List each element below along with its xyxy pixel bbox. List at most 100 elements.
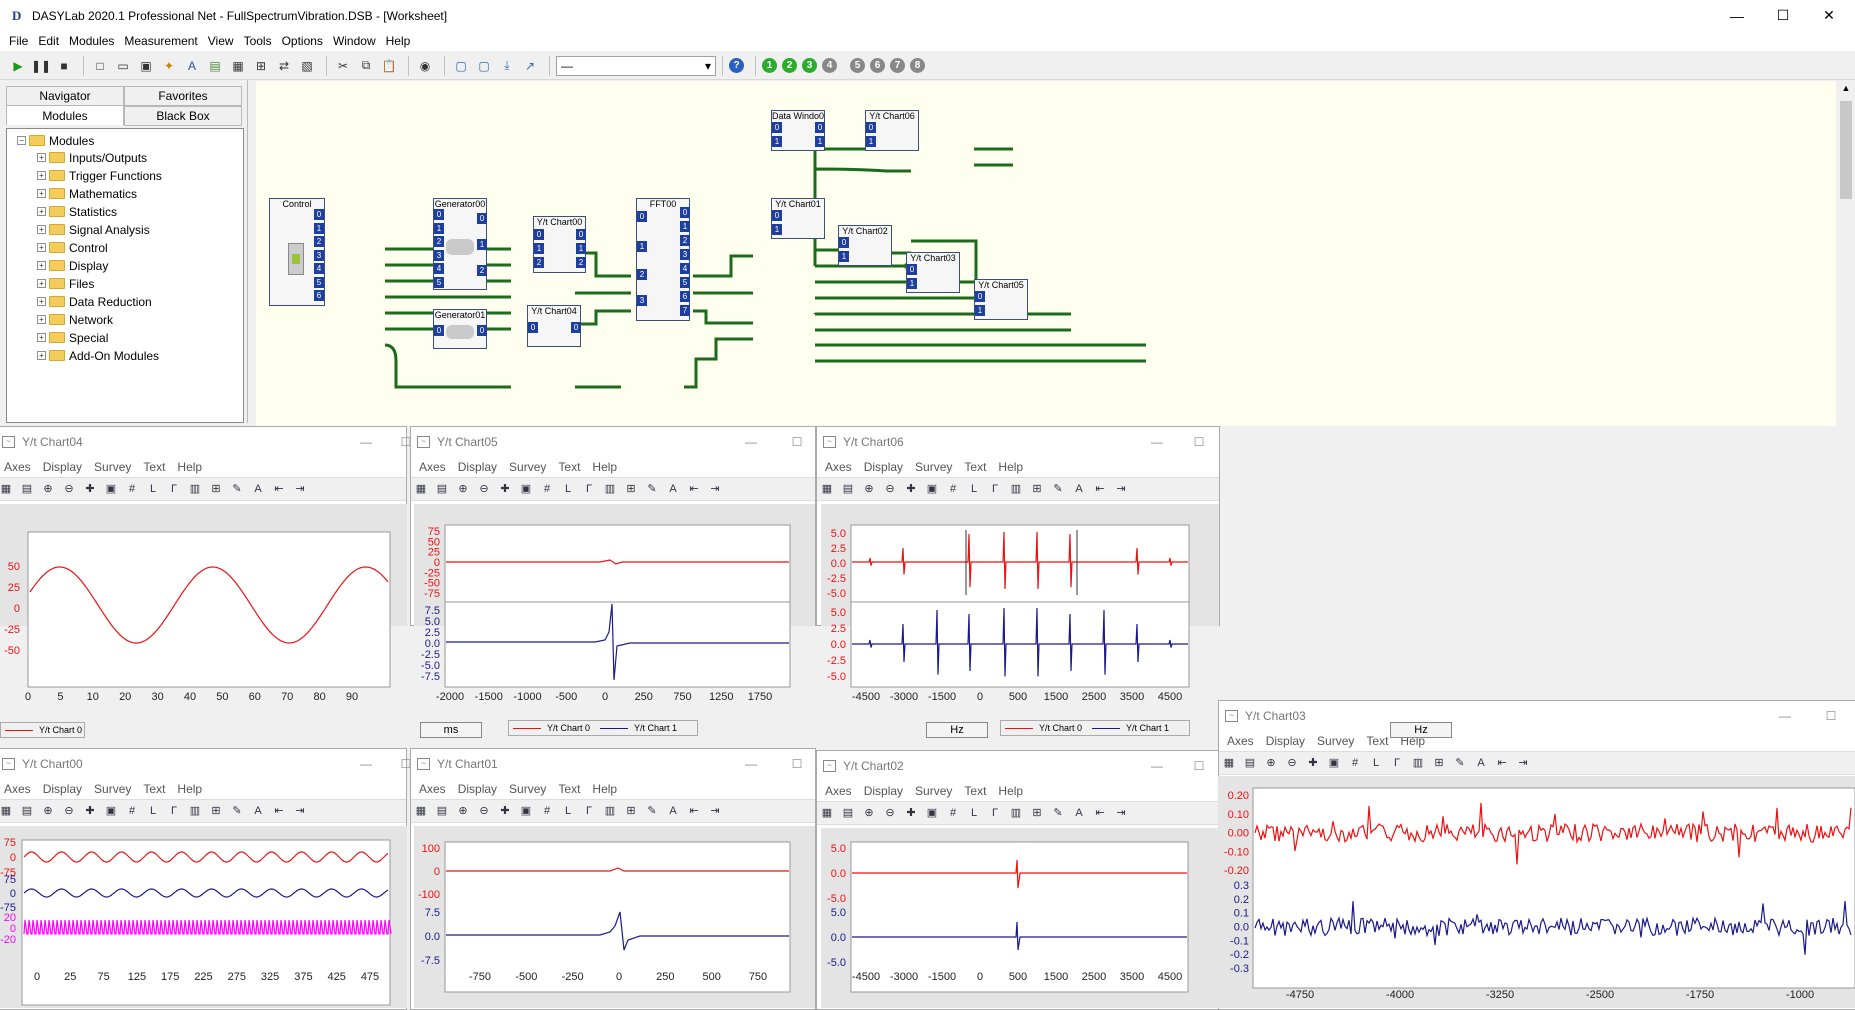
module-yt-chart01[interactable]: Y/t Chart01 01 xyxy=(771,198,825,239)
tree-item[interactable]: + Statistics xyxy=(37,203,117,220)
experiment-4-button[interactable]: 4 xyxy=(822,58,837,73)
expand-icon[interactable]: + xyxy=(37,189,46,198)
maximize-button[interactable]: ☐ xyxy=(1760,0,1806,31)
minimize-button[interactable]: — xyxy=(1714,0,1760,31)
chart-menu-axes[interactable]: Axes xyxy=(819,460,858,474)
grid-icon[interactable]: # xyxy=(124,481,140,497)
chart-menu-text[interactable]: Text xyxy=(137,460,171,474)
maximize-button[interactable]: ☐ xyxy=(1179,427,1219,457)
module-wizard-icon[interactable]: ✦ xyxy=(159,56,179,76)
font-icon[interactable]: A xyxy=(665,481,681,497)
save-icon[interactable]: ▣ xyxy=(924,805,940,821)
stop-icon[interactable]: ■ xyxy=(54,56,74,76)
view-combo[interactable]: — ▾ xyxy=(556,55,716,76)
expand-icon[interactable]: + xyxy=(37,225,46,234)
collapse-icon[interactable]: − xyxy=(17,136,26,145)
expand-icon[interactable]: + xyxy=(37,171,46,180)
zoom-in-icon[interactable]: ⊕ xyxy=(455,803,471,819)
axis-icon[interactable]: Γ xyxy=(987,481,1003,497)
channels-icon[interactable]: ⊞ xyxy=(1431,755,1447,771)
chart-menu-display[interactable]: Display xyxy=(858,460,909,474)
chart-menu-survey[interactable]: Survey xyxy=(1311,734,1360,748)
module-control[interactable]: Control 01 23 45 6 xyxy=(269,198,325,306)
layout-icon[interactable]: ▤ xyxy=(205,56,225,76)
chart-tool-icon[interactable]: ▦ xyxy=(1221,755,1237,771)
tree-item[interactable]: + Signal Analysis xyxy=(37,221,150,238)
color-icon[interactable]: ✎ xyxy=(229,803,245,819)
chart-tool-icon[interactable]: ▤ xyxy=(840,805,856,821)
chart-tool-icon[interactable]: ▦ xyxy=(819,481,835,497)
connect-icon[interactable]: ⇄ xyxy=(274,56,294,76)
menu-window[interactable]: Window xyxy=(328,34,381,48)
font-icon[interactable]: A xyxy=(250,481,266,497)
channels-icon[interactable]: ⊞ xyxy=(623,803,639,819)
color-icon[interactable]: ✎ xyxy=(1050,481,1066,497)
channels-icon[interactable]: ⊞ xyxy=(208,481,224,497)
lx-icon[interactable]: L xyxy=(145,803,161,819)
expand-icon[interactable]: + xyxy=(37,351,46,360)
zoom-in-icon[interactable]: ⊕ xyxy=(861,805,877,821)
color-icon[interactable]: ✎ xyxy=(1452,755,1468,771)
module-generator01[interactable]: Generator01 0 0 xyxy=(433,309,487,349)
experiment-3-button[interactable]: 3 xyxy=(802,58,817,73)
settings-icon[interactable]: ▦ xyxy=(228,56,248,76)
grid-icon[interactable]: # xyxy=(124,803,140,819)
maximize-button[interactable]: ☐ xyxy=(777,427,817,457)
axis-icon[interactable]: Γ xyxy=(166,803,182,819)
lx-icon[interactable]: L xyxy=(560,803,576,819)
minimize-button[interactable]: — xyxy=(1765,701,1805,731)
chart-menu-survey[interactable]: Survey xyxy=(503,782,552,796)
chart-menu-axes[interactable]: Axes xyxy=(413,460,452,474)
chart-tool-icon[interactable]: ▤ xyxy=(19,803,35,819)
menu-options[interactable]: Options xyxy=(277,34,328,48)
experiment-7-button[interactable]: 7 xyxy=(890,58,905,73)
print-icon[interactable]: ▥ xyxy=(1008,805,1024,821)
chart-menu-axes[interactable]: Axes xyxy=(0,782,37,796)
chart-menu-text[interactable]: Text xyxy=(137,782,171,796)
channels-icon[interactable]: ⊞ xyxy=(1029,805,1045,821)
channels-icon[interactable]: ⊞ xyxy=(208,803,224,819)
prev-icon[interactable]: ⇤ xyxy=(1494,755,1510,771)
tree-item[interactable]: + Display xyxy=(37,257,108,274)
report-icon[interactable]: ▧ xyxy=(297,56,317,76)
zoom-out-icon[interactable]: ⊖ xyxy=(882,481,898,497)
grid-icon[interactable]: ⊞ xyxy=(251,56,271,76)
lx-icon[interactable]: L xyxy=(966,481,982,497)
chart-menu-help[interactable]: Help xyxy=(586,782,623,796)
cursor-icon[interactable]: ✚ xyxy=(903,481,919,497)
font-icon[interactable]: A xyxy=(1071,805,1087,821)
expand-icon[interactable]: + xyxy=(37,207,46,216)
pause-icon[interactable]: ❚❚ xyxy=(31,56,51,76)
axis-icon[interactable]: Γ xyxy=(1389,755,1405,771)
zoom-in-icon[interactable]: ⊕ xyxy=(40,803,56,819)
module-yt-chart02[interactable]: Y/t Chart02 01 xyxy=(838,225,892,266)
module-fft00[interactable]: FFT00 01 23 01 23 45 67 xyxy=(636,198,690,321)
chart-tool-icon[interactable]: ▤ xyxy=(1242,755,1258,771)
menu-tools[interactable]: Tools xyxy=(239,34,277,48)
chart-menu-help[interactable]: Help xyxy=(992,460,1029,474)
chart-tool-icon[interactable]: ▦ xyxy=(0,803,14,819)
channels-icon[interactable]: ⊞ xyxy=(1029,481,1045,497)
next-icon[interactable]: ⇥ xyxy=(1515,755,1531,771)
worksheet-scrollbar[interactable]: ▲ xyxy=(1837,81,1855,426)
expand-icon[interactable]: + xyxy=(37,153,46,162)
chart-menu-survey[interactable]: Survey xyxy=(88,460,137,474)
grid-icon[interactable]: # xyxy=(539,803,555,819)
chart-menu-axes[interactable]: Axes xyxy=(819,784,858,798)
font-icon[interactable]: A xyxy=(250,803,266,819)
color-icon[interactable]: ✎ xyxy=(229,481,245,497)
module-generator00[interactable]: Generator00 01 23 45 012 xyxy=(433,198,487,290)
prev-icon[interactable]: ⇤ xyxy=(271,803,287,819)
next-icon[interactable]: ⇥ xyxy=(707,481,723,497)
cursor-icon[interactable]: ✚ xyxy=(903,805,919,821)
chart-menu-text[interactable]: Text xyxy=(958,460,992,474)
maximize-button[interactable]: ☐ xyxy=(1179,751,1219,781)
axis-icon[interactable]: Γ xyxy=(166,481,182,497)
print-icon[interactable]: ▥ xyxy=(187,481,203,497)
tree-item[interactable]: + Inputs/Outputs xyxy=(37,149,147,166)
chart-menu-display[interactable]: Display xyxy=(858,784,909,798)
chart-tool-icon[interactable]: ▦ xyxy=(413,481,429,497)
expand-icon[interactable]: + xyxy=(37,279,46,288)
print-icon[interactable]: ▥ xyxy=(1008,481,1024,497)
chart-menu-axes[interactable]: Axes xyxy=(1221,734,1260,748)
